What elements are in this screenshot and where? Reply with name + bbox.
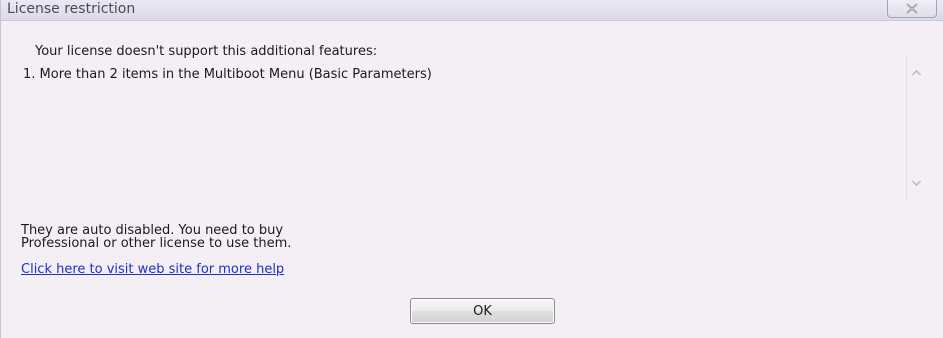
title-bar[interactable]: License restriction <box>1 0 943 21</box>
info-text-line-2: Professional or other license to use the… <box>21 236 292 251</box>
feature-list-header: Your license doesn't support this additi… <box>35 44 378 59</box>
help-website-link[interactable]: Click here to visit web site for more he… <box>21 262 284 277</box>
scroll-up-arrow-icon[interactable] <box>912 70 921 76</box>
feature-item: 1. More than 2 items in the Multiboot Me… <box>23 67 432 82</box>
scroll-down-arrow-icon[interactable] <box>912 180 921 186</box>
ok-button[interactable]: OK <box>410 298 555 324</box>
window-title: License restriction <box>7 1 136 17</box>
vertical-scrollbar[interactable] <box>906 54 925 202</box>
close-button[interactable] <box>887 0 937 18</box>
close-icon <box>906 3 918 14</box>
license-restriction-dialog: License restriction Your license doesn't… <box>0 0 943 338</box>
feature-list-textbox[interactable]: Your license doesn't support this additi… <box>15 36 936 202</box>
